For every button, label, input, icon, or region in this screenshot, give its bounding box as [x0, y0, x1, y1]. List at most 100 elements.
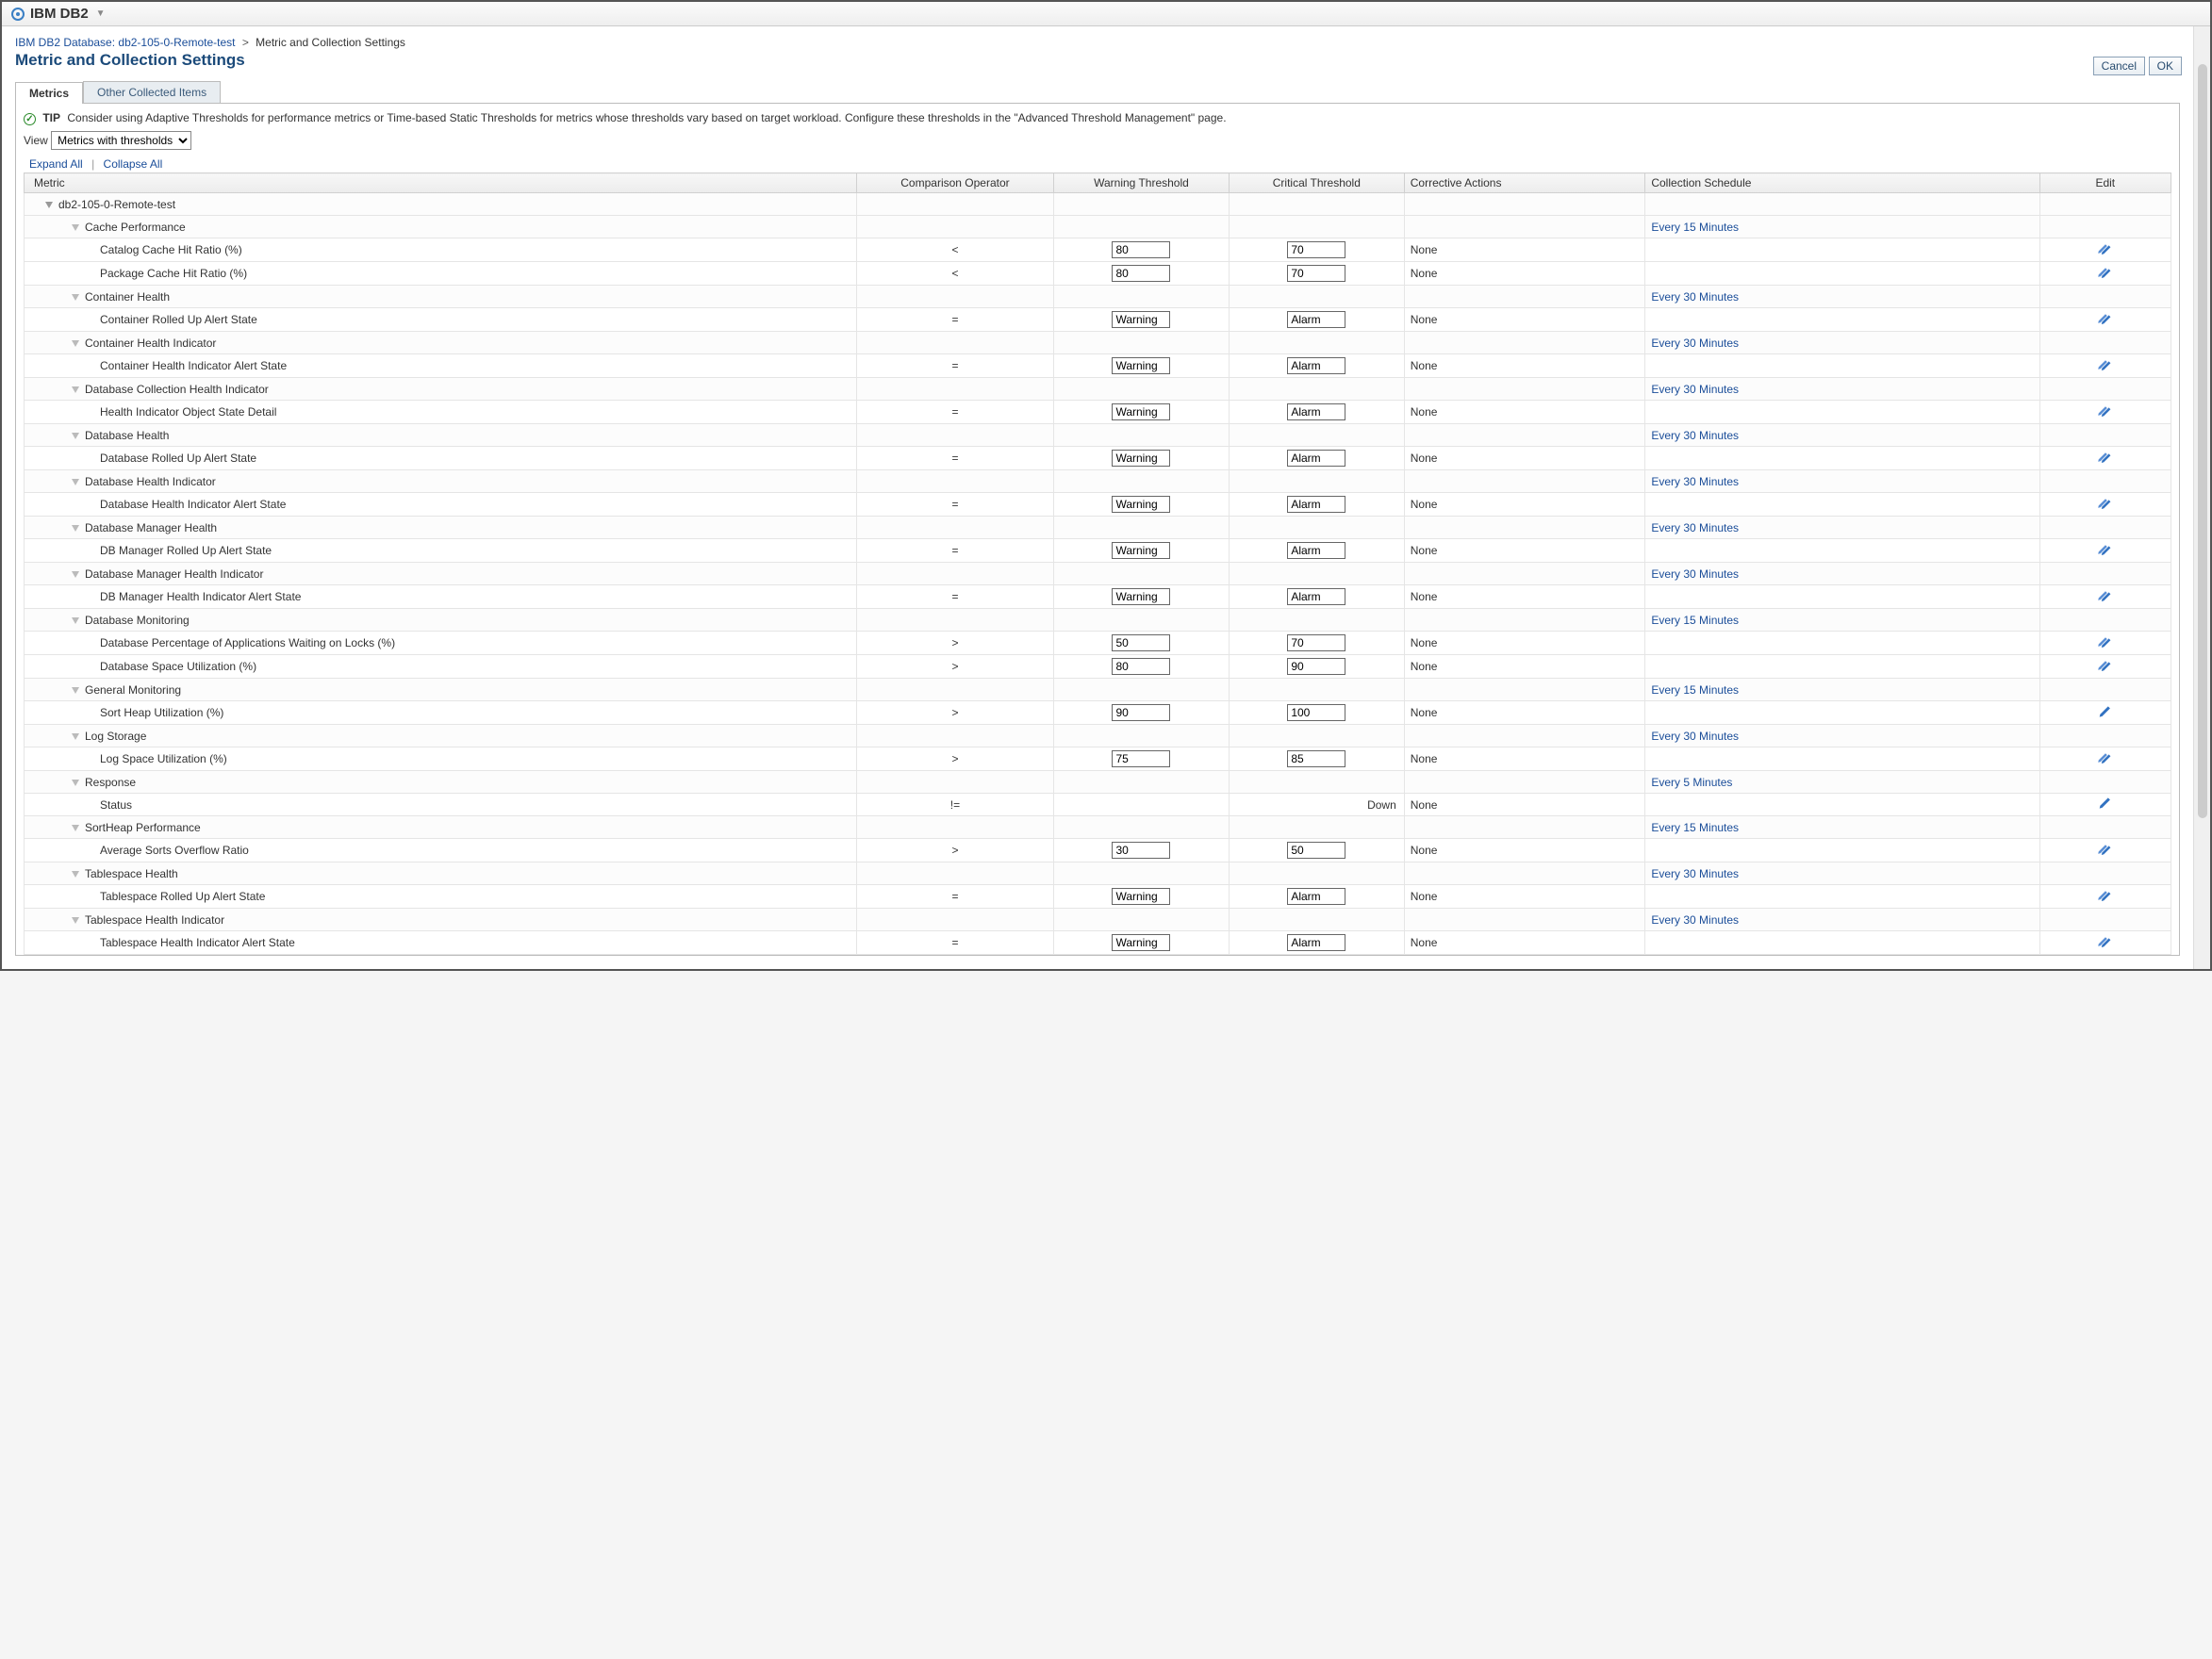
metric-group[interactable]: Tablespace Health [25, 862, 857, 885]
warning-threshold-input[interactable] [1112, 634, 1170, 651]
collection-schedule-link[interactable]: Every 30 Minutes [1651, 730, 1739, 743]
warning-threshold-input[interactable] [1112, 588, 1170, 605]
collection-schedule-link[interactable]: Every 30 Minutes [1651, 337, 1739, 350]
collection-schedule-link[interactable]: Every 30 Minutes [1651, 567, 1739, 581]
collapse-icon[interactable] [72, 433, 79, 439]
critical-threshold-input[interactable] [1287, 265, 1345, 282]
metric-group[interactable]: Container Health Indicator [25, 332, 857, 354]
warning-threshold-input[interactable] [1112, 704, 1170, 721]
view-select[interactable]: Metrics with thresholds [51, 131, 191, 150]
warning-threshold-input[interactable] [1112, 542, 1170, 559]
edit-pencil-icon[interactable] [2097, 938, 2114, 951]
edit-pencil-icon[interactable] [2097, 754, 2114, 767]
metric-group[interactable]: Container Health [25, 286, 857, 308]
collapse-icon[interactable] [72, 571, 79, 578]
edit-pencil-icon[interactable] [2097, 407, 2114, 420]
edit-pencil-icon[interactable] [2097, 638, 2114, 651]
metric-group[interactable]: Database Monitoring [25, 609, 857, 632]
edit-pencil-icon[interactable] [2097, 361, 2114, 374]
collection-schedule-link[interactable]: Every 30 Minutes [1651, 913, 1739, 927]
warning-threshold-input[interactable] [1112, 403, 1170, 420]
collection-schedule-link[interactable]: Every 30 Minutes [1651, 521, 1739, 534]
warning-threshold-input[interactable] [1112, 750, 1170, 767]
chevron-down-icon[interactable]: ▼ [96, 8, 106, 19]
warning-threshold-input[interactable] [1112, 357, 1170, 374]
warning-threshold-input[interactable] [1112, 311, 1170, 328]
edit-pencil-icon[interactable] [2097, 846, 2114, 859]
collapse-icon[interactable] [72, 617, 79, 624]
collection-schedule-link[interactable]: Every 5 Minutes [1651, 776, 1732, 789]
collapse-icon[interactable] [72, 687, 79, 694]
collapse-icon[interactable] [72, 733, 79, 740]
collection-schedule-link[interactable]: Every 30 Minutes [1651, 429, 1739, 442]
edit-pencil-icon[interactable] [2097, 662, 2114, 675]
metric-group[interactable]: Cache Performance [25, 216, 857, 238]
critical-threshold-input[interactable] [1287, 403, 1345, 420]
critical-threshold-input[interactable] [1287, 934, 1345, 951]
breadcrumb-parent[interactable]: IBM DB2 Database: db2-105-0-Remote-test [15, 36, 239, 49]
collection-schedule-link[interactable]: Every 15 Minutes [1651, 683, 1739, 697]
collapse-icon[interactable] [45, 202, 53, 208]
warning-threshold-input[interactable] [1112, 888, 1170, 905]
collapse-icon[interactable] [72, 224, 79, 231]
scrollbar-thumb[interactable] [2198, 64, 2207, 818]
edit-pencil-icon[interactable] [2097, 245, 2114, 258]
critical-threshold-input[interactable] [1287, 450, 1345, 467]
collapse-icon[interactable] [72, 294, 79, 301]
edit-pencil-icon[interactable] [2097, 592, 2114, 605]
collection-schedule-link[interactable]: Every 30 Minutes [1651, 475, 1739, 488]
collapse-icon[interactable] [72, 917, 79, 924]
metric-group[interactable]: Response [25, 771, 857, 794]
metric-group[interactable]: Database Health [25, 424, 857, 447]
critical-threshold-input[interactable] [1287, 588, 1345, 605]
metric-group[interactable]: Database Health Indicator [25, 470, 857, 493]
tab-other-collected-items[interactable]: Other Collected Items [83, 81, 221, 103]
collection-schedule-link[interactable]: Every 15 Minutes [1651, 614, 1739, 627]
edit-pencil-icon[interactable] [2097, 315, 2114, 328]
metric-group[interactable]: General Monitoring [25, 679, 857, 701]
warning-threshold-input[interactable] [1112, 450, 1170, 467]
vertical-scrollbar[interactable] [2193, 26, 2210, 969]
metric-group[interactable]: Tablespace Health Indicator [25, 909, 857, 931]
target-menu-bar[interactable]: IBM DB2 ▼ [2, 2, 2210, 26]
critical-threshold-input[interactable] [1287, 311, 1345, 328]
critical-threshold-input[interactable] [1287, 658, 1345, 675]
critical-threshold-input[interactable] [1287, 842, 1345, 859]
collection-schedule-link[interactable]: Every 15 Minutes [1651, 821, 1739, 834]
critical-threshold-input[interactable] [1287, 704, 1345, 721]
edit-pencil-icon[interactable] [2097, 892, 2114, 905]
edit-pencil-icon[interactable] [2097, 799, 2114, 813]
expand-all-link[interactable]: Expand All [29, 157, 83, 171]
tab-metrics[interactable]: Metrics [15, 82, 83, 104]
critical-threshold-input[interactable] [1287, 241, 1345, 258]
collection-schedule-link[interactable]: Every 30 Minutes [1651, 867, 1739, 880]
critical-threshold-input[interactable] [1287, 888, 1345, 905]
collapse-all-link[interactable]: Collapse All [104, 157, 163, 171]
warning-threshold-input[interactable] [1112, 842, 1170, 859]
metric-group[interactable]: SortHeap Performance [25, 816, 857, 839]
collection-schedule-link[interactable]: Every 30 Minutes [1651, 290, 1739, 304]
collapse-icon[interactable] [72, 525, 79, 532]
warning-threshold-input[interactable] [1112, 241, 1170, 258]
critical-threshold-input[interactable] [1287, 496, 1345, 513]
warning-threshold-input[interactable] [1112, 934, 1170, 951]
warning-threshold-input[interactable] [1112, 265, 1170, 282]
ok-button[interactable]: OK [2149, 57, 2182, 75]
root-node[interactable]: db2-105-0-Remote-test [25, 193, 857, 216]
edit-pencil-icon[interactable] [2097, 500, 2114, 513]
collapse-icon[interactable] [72, 825, 79, 831]
critical-threshold-input[interactable] [1287, 634, 1345, 651]
edit-pencil-icon[interactable] [2097, 453, 2114, 467]
metric-group[interactable]: Database Manager Health [25, 517, 857, 539]
collapse-icon[interactable] [72, 479, 79, 485]
collection-schedule-link[interactable]: Every 30 Minutes [1651, 383, 1739, 396]
critical-threshold-input[interactable] [1287, 542, 1345, 559]
edit-pencil-icon[interactable] [2097, 269, 2114, 282]
collapse-icon[interactable] [72, 780, 79, 786]
metric-group[interactable]: Database Manager Health Indicator [25, 563, 857, 585]
edit-pencil-icon[interactable] [2097, 546, 2114, 559]
collection-schedule-link[interactable]: Every 15 Minutes [1651, 221, 1739, 234]
collapse-icon[interactable] [72, 340, 79, 347]
edit-pencil-icon[interactable] [2097, 708, 2114, 721]
metric-group[interactable]: Database Collection Health Indicator [25, 378, 857, 401]
